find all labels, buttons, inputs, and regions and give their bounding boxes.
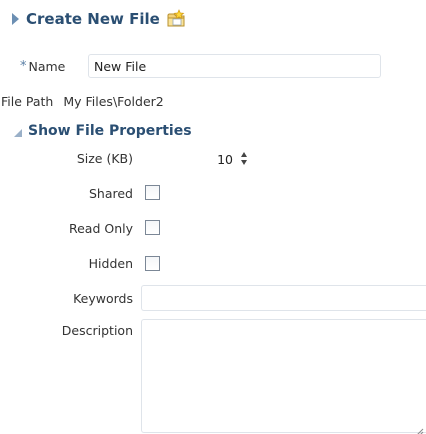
spin-down-icon[interactable] xyxy=(240,160,247,165)
spin-up-icon[interactable] xyxy=(240,152,247,157)
create-file-dialog: Create New File * Name New File File Pat… xyxy=(0,0,426,434)
description-label: Description xyxy=(61,323,133,338)
size-label: Size (KB) xyxy=(76,151,133,166)
disclosure-down-icon[interactable] xyxy=(14,128,22,137)
dialog-header[interactable]: Create New File xyxy=(12,8,188,30)
file-path-row: File Path My Files\Folder2 xyxy=(1,91,164,111)
resize-grip-icon[interactable] xyxy=(416,421,424,434)
description-textarea[interactable] xyxy=(141,319,426,433)
name-label-group: * Name xyxy=(20,56,65,76)
read-only-checkbox[interactable] xyxy=(145,220,160,235)
shared-checkbox[interactable] xyxy=(145,185,160,200)
read-only-label: Read Only xyxy=(68,221,133,236)
name-label: Name xyxy=(28,58,66,74)
show-properties-label: Show File Properties xyxy=(28,123,192,139)
shared-label: Shared xyxy=(88,186,133,201)
size-spinner[interactable] xyxy=(240,149,248,169)
keywords-label: Keywords xyxy=(73,291,133,306)
file-path-value: My Files\Folder2 xyxy=(63,93,164,109)
hidden-label: Hidden xyxy=(88,256,133,271)
file-path-label: File Path xyxy=(1,93,54,109)
disclosure-right-icon[interactable] xyxy=(12,13,19,25)
name-input-value: New File xyxy=(94,58,147,74)
required-indicator: * xyxy=(20,58,27,74)
size-input-value: 10 xyxy=(217,151,233,167)
size-input[interactable]: 10 xyxy=(141,148,239,170)
dialog-title: Create New File xyxy=(26,10,160,28)
hidden-checkbox[interactable] xyxy=(145,256,160,271)
name-input[interactable]: New File xyxy=(88,54,381,78)
folder-new-icon xyxy=(166,9,188,29)
keywords-input[interactable] xyxy=(141,285,426,311)
show-properties-toggle[interactable]: Show File Properties xyxy=(14,123,192,139)
